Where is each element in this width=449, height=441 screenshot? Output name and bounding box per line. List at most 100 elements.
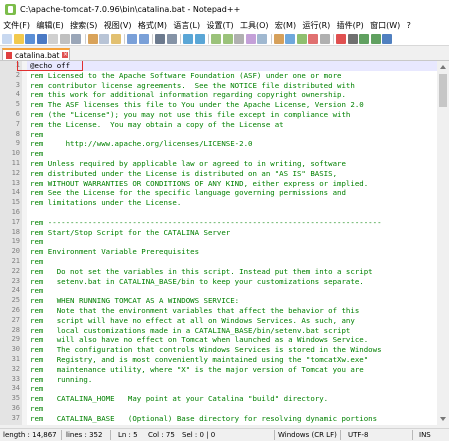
code-line[interactable]: 1 @echo off (16, 61, 437, 71)
code-line[interactable]: 12 rem distributed under the License is d… (12, 169, 437, 179)
code-line[interactable]: 33 rem running. (12, 375, 437, 385)
paste-icon[interactable] (110, 33, 121, 44)
menu-item[interactable]: 窗口(W) (367, 20, 404, 31)
code-area[interactable]: 1 @echo off 2 rem Licensed to the Apache So… (12, 61, 437, 425)
code-line[interactable]: 15 rem limitations under the License. (12, 198, 437, 208)
toolbar-separator (152, 33, 153, 44)
code-line[interactable]: 18 rem Start/Stop Script for the CATALINA… (12, 228, 437, 238)
folder-workspace-icon[interactable] (308, 33, 318, 44)
status-mode[interactable]: INS (419, 429, 431, 441)
code-line[interactable]: 7 rem the License. You may obtain a copy … (16, 120, 437, 130)
find-icon[interactable] (155, 33, 165, 44)
tab-catalina-bat[interactable]: catalina.bat × (2, 48, 70, 60)
save-all-icon[interactable] (36, 33, 47, 44)
menu-item[interactable]: 视图(V) (101, 20, 135, 31)
menu-item[interactable]: 工具(O) (237, 20, 272, 31)
print-icon[interactable] (71, 33, 81, 44)
zoom-out-icon[interactable] (194, 33, 205, 44)
save-macro-icon[interactable] (382, 33, 392, 44)
code-line[interactable]: 29 rem will also have no effect on Tomcat… (12, 335, 437, 345)
menu-item[interactable]: 设置(T) (203, 20, 237, 31)
status-eol[interactable]: Windows (CR LF) (278, 429, 337, 441)
code-line[interactable]: 37 rem CATALINA_BASE (Optional) Base dire… (12, 413, 437, 424)
word-wrap-icon[interactable] (234, 33, 244, 44)
code-line[interactable]: 11 rem Unless required by applicable law … (12, 159, 437, 169)
code-line[interactable]: 28 rem local customizations made in a CAT… (12, 326, 437, 336)
play-macro-icon[interactable] (359, 33, 369, 44)
monitoring-icon[interactable] (319, 33, 330, 44)
line-text: rem CATALINA_BASE (Optional) Base direct… (30, 413, 378, 423)
editor[interactable]: 1 @echo off 2 rem Licensed to the Apache So… (0, 61, 449, 425)
code-line[interactable]: 34 rem (12, 384, 437, 394)
indent-guide-icon[interactable] (257, 33, 267, 44)
zoom-in-icon[interactable] (183, 33, 193, 44)
sync-scroll-v-icon[interactable] (211, 33, 221, 44)
code-line[interactable]: 10 rem (12, 149, 437, 159)
menu-item[interactable]: 运行(R) (299, 20, 333, 31)
menu-item[interactable]: 文件(F) (0, 20, 33, 31)
scroll-up-button[interactable] (437, 61, 449, 72)
doc-map-icon[interactable] (285, 33, 295, 44)
code-line[interactable]: 23 rem setenv.bat in CATALINA_BASE/bin to… (12, 277, 437, 287)
code-line[interactable]: 24 rem (12, 286, 437, 296)
code-line[interactable]: 25 rem WHEN RUNNING TOMCAT AS A WINDOWS S… (12, 296, 437, 306)
code-line[interactable]: 3 rem contributor license agreements. See… (16, 81, 437, 91)
function-list-icon[interactable] (296, 33, 307, 44)
menu-item[interactable]: 搜索(S) (67, 20, 101, 31)
lang-icon[interactable] (273, 33, 284, 44)
open-file-icon[interactable] (13, 33, 24, 44)
status-encoding[interactable]: UTF-8 (348, 429, 368, 441)
code-line[interactable]: 17 rem ----------------------------------… (12, 218, 437, 228)
code-line[interactable]: 35 rem CATALINA_HOME May point at your Ca… (12, 394, 437, 404)
stop-macro-icon[interactable] (347, 33, 358, 44)
menu-item[interactable]: 格式(M) (135, 20, 171, 31)
code-line[interactable]: 8 rem (16, 130, 437, 140)
code-line[interactable]: 27 rem script will have no effect at all … (12, 316, 437, 326)
code-line[interactable]: 2 rem Licensed to the Apache Software Fou… (16, 71, 437, 81)
vertical-scrollbar[interactable] (437, 61, 449, 425)
copy-icon[interactable] (99, 33, 109, 44)
undo-icon[interactable] (127, 33, 137, 44)
code-line[interactable]: 30 rem The configuration that controls Wi… (12, 345, 437, 355)
code-line[interactable]: 21 rem (12, 257, 437, 267)
replace-icon[interactable] (166, 33, 177, 44)
code-line[interactable]: 19 rem (12, 237, 437, 247)
close-icon[interactable]: × (62, 52, 69, 58)
close-file-icon[interactable] (48, 33, 58, 44)
code-line[interactable]: 4 rem this work for additional informatio… (16, 90, 437, 100)
menu-item[interactable]: ? (403, 21, 414, 30)
close-all-icon[interactable] (59, 33, 70, 44)
show-all-chars-icon[interactable] (245, 33, 256, 44)
line-number: 15 (11, 198, 20, 207)
line-number: 2 (15, 70, 20, 79)
code-line[interactable]: 16 (12, 208, 437, 218)
line-text: rem http://www.apache.org/licenses/LICEN… (30, 139, 253, 149)
redo-icon[interactable] (138, 33, 149, 44)
code-line[interactable]: 5 rem The ASF licenses this file to You u… (16, 100, 437, 110)
code-line[interactable]: 13 rem WITHOUT WARRANTIES OR CONDITIONS O… (12, 179, 437, 189)
sync-scroll-h-icon[interactable] (222, 33, 233, 44)
new-file-icon[interactable] (2, 33, 12, 44)
code-line[interactable]: 14 rem See the License for the specific l… (12, 188, 437, 198)
line-text: rem WHEN RUNNING TOMCAT AS A WINDOWS SER… (30, 296, 240, 306)
code-line[interactable]: 36 rem (12, 404, 437, 414)
cut-icon[interactable] (87, 33, 98, 44)
scroll-down-button[interactable] (437, 414, 449, 425)
save-icon[interactable] (25, 33, 35, 44)
line-number: 26 (11, 306, 20, 314)
code-line[interactable]: 6 rem (the "License"); you may not use th… (16, 110, 437, 120)
code-line[interactable]: 26 rem Note that the environment variable… (12, 306, 437, 316)
record-macro-icon[interactable] (336, 33, 346, 44)
menu-item[interactable]: 语言(L) (170, 20, 203, 31)
menu-item[interactable]: 编辑(E) (33, 20, 67, 31)
code-line[interactable]: 20 rem Environment Variable Prerequisites (12, 247, 437, 257)
menu-item[interactable]: 插件(P) (333, 20, 366, 31)
code-line[interactable]: 22 rem Do not set the variables in this s… (12, 267, 437, 277)
scroll-thumb[interactable] (439, 74, 447, 107)
code-line[interactable]: 9 rem http://www.apache.org/licenses/LICE… (16, 139, 437, 149)
status-bar: length : 14,867 lines : 352 Ln : 5 Col :… (0, 428, 449, 441)
code-line[interactable]: 31 rem Registry, and is most conveniently… (12, 355, 437, 365)
play-multiple-icon[interactable] (370, 33, 381, 44)
code-line[interactable]: 32 rem maintenance utility, where "X" is … (12, 365, 437, 375)
menu-item[interactable]: 宏(M) (272, 20, 300, 31)
